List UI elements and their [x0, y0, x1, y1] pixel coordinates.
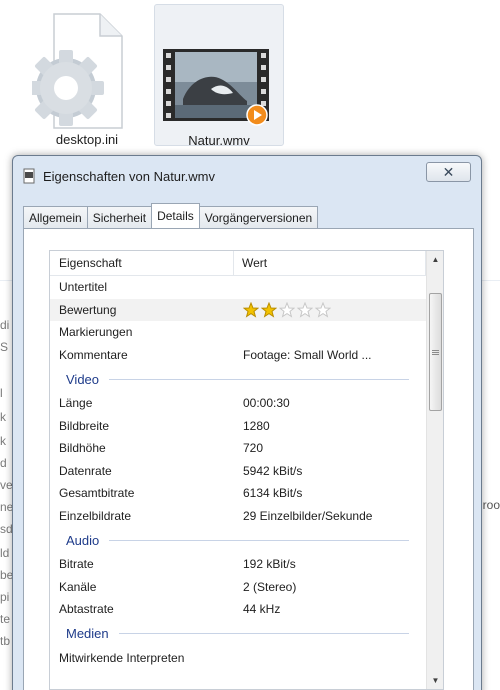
property-name: Gesamtbitrate: [59, 486, 135, 501]
background-text-fragment: pi: [0, 590, 10, 604]
tab-details[interactable]: Details: [151, 203, 200, 228]
property-value: 6134 kBit/s: [243, 486, 303, 501]
property-row[interactable]: Kommentare Footage: Small World ...: [50, 344, 443, 367]
background-text-fragment: ld: [0, 546, 10, 560]
property-name: Abtastrate: [59, 602, 114, 617]
property-row[interactable]: Datenrate 5942 kBit/s: [50, 460, 443, 483]
background-text-fragment: d: [0, 456, 7, 470]
property-value: 2 (Stereo): [243, 579, 297, 594]
properties-window: Eigenschaften von Natur.wmv ✕ Allgemein …: [12, 155, 482, 690]
scroll-down-icon[interactable]: ▼: [427, 672, 443, 689]
list-header: Eigenschaft Wert: [50, 251, 443, 276]
property-name: Länge: [59, 396, 93, 411]
file-natur-wmv[interactable]: Natur.wmv: [154, 4, 284, 148]
section-label: Medien: [66, 626, 109, 641]
vertical-scrollbar[interactable]: ▲ ▼: [426, 251, 443, 689]
property-name: Kommentare: [59, 347, 128, 362]
tab-bar: Allgemein Sicherheit Details Vorgängerve…: [23, 203, 319, 228]
property-row[interactable]: Untertitel: [50, 276, 443, 299]
file-desktop-ini[interactable]: desktop.ini: [22, 4, 152, 147]
property-value: 5942 kBit/s: [243, 463, 303, 478]
property-name: Untertitel: [59, 280, 108, 295]
property-name: Bildhöhe: [59, 441, 106, 456]
document-icon: [23, 168, 35, 184]
section-label: Audio: [66, 532, 100, 548]
star-filled-icon[interactable]: [243, 301, 259, 318]
star-empty-icon[interactable]: [279, 301, 295, 318]
background-text-fragment: k: [0, 434, 6, 448]
background-text-fragment: l: [0, 386, 3, 400]
column-header-property[interactable]: Eigenschaft: [50, 251, 234, 275]
property-row[interactable]: Bewertung: [50, 298, 443, 321]
tab-allgemein[interactable]: Allgemein: [23, 206, 88, 228]
video-file-icon: [163, 49, 269, 126]
scrollbar-thumb[interactable]: [429, 293, 442, 411]
close-icon: ✕: [442, 163, 455, 180]
property-name: Markierungen: [59, 325, 133, 340]
rating-stars[interactable]: [234, 301, 443, 318]
property-list[interactable]: Eigenschaft Wert Untertitel Bewertung Mark…: [49, 250, 444, 690]
property-name: Mitwirkende Interpreten: [59, 650, 185, 665]
star-empty-icon[interactable]: [297, 301, 313, 318]
tab-sicherheit[interactable]: Sicherheit: [86, 206, 153, 228]
section-audio: Audio: [50, 527, 443, 553]
property-value: 720: [243, 441, 264, 456]
window-title: Eigenschaften von Natur.wmv: [43, 168, 215, 184]
property-name: Bewertung: [59, 302, 117, 317]
close-button[interactable]: ✕: [426, 162, 471, 182]
background-text-fragment: S: [0, 340, 9, 354]
property-row[interactable]: Einzelbildrate 29 Einzelbilder/Sekunde: [50, 505, 443, 528]
background-text-fragment: te: [0, 612, 11, 626]
background-text-fragment: sd: [0, 522, 13, 536]
property-value: Footage: Small World ...: [243, 347, 372, 362]
property-row[interactable]: Markierungen: [50, 321, 443, 344]
file-label: desktop.ini: [55, 132, 119, 147]
property-row[interactable]: Abtastrate 44 kHz: [50, 598, 443, 621]
section-label: Video: [66, 371, 100, 387]
star-empty-icon[interactable]: [315, 301, 331, 318]
background-text-fragment: di: [0, 318, 10, 332]
property-name: Datenrate: [59, 463, 112, 478]
property-row[interactable]: Mitwirkende Interpreten: [50, 647, 443, 670]
background-text-fragment: roo: [482, 498, 500, 512]
star-filled-icon[interactable]: [261, 301, 277, 318]
property-row[interactable]: Bildhöhe 720: [50, 437, 443, 460]
property-row[interactable]: Kanäle 2 (Stereo): [50, 576, 443, 599]
property-name: Bildbreite: [59, 418, 110, 433]
property-value: 44 kHz: [243, 602, 281, 617]
property-row[interactable]: Bitrate 192 kBit/s: [50, 553, 443, 576]
property-row[interactable]: Länge 00:00:30: [50, 392, 443, 415]
settings-file-icon: [32, 13, 123, 129]
property-row[interactable]: Bildbreite 1280: [50, 415, 443, 438]
property-value: 192 kBit/s: [243, 557, 296, 572]
property-name: Kanäle: [59, 579, 97, 594]
tab-vorgaengerversionen[interactable]: Vorgängerversionen: [198, 206, 319, 228]
scroll-up-icon[interactable]: ▲: [427, 251, 443, 268]
property-name: Bitrate: [59, 557, 94, 572]
property-value: 00:00:30: [243, 396, 290, 411]
details-panel: Eigenschaft Wert Untertitel Bewertung Mark…: [23, 228, 474, 690]
property-value: 1280: [243, 418, 270, 433]
file-label: Natur.wmv: [188, 133, 250, 148]
column-header-value[interactable]: Wert: [234, 251, 426, 275]
section-video: Video: [50, 366, 443, 392]
section-medien: Medien: [50, 621, 443, 647]
property-name: Einzelbildrate: [59, 508, 132, 523]
property-row[interactable]: Gesamtbitrate 6134 kBit/s: [50, 482, 443, 505]
background-text-fragment: tb: [0, 634, 11, 648]
background-text-fragment: k: [0, 410, 6, 424]
background-text-fragment: ve: [0, 478, 13, 492]
title-bar: Eigenschaften von Natur.wmv: [21, 164, 215, 188]
property-value: 29 Einzelbilder/Sekunde: [243, 508, 373, 523]
